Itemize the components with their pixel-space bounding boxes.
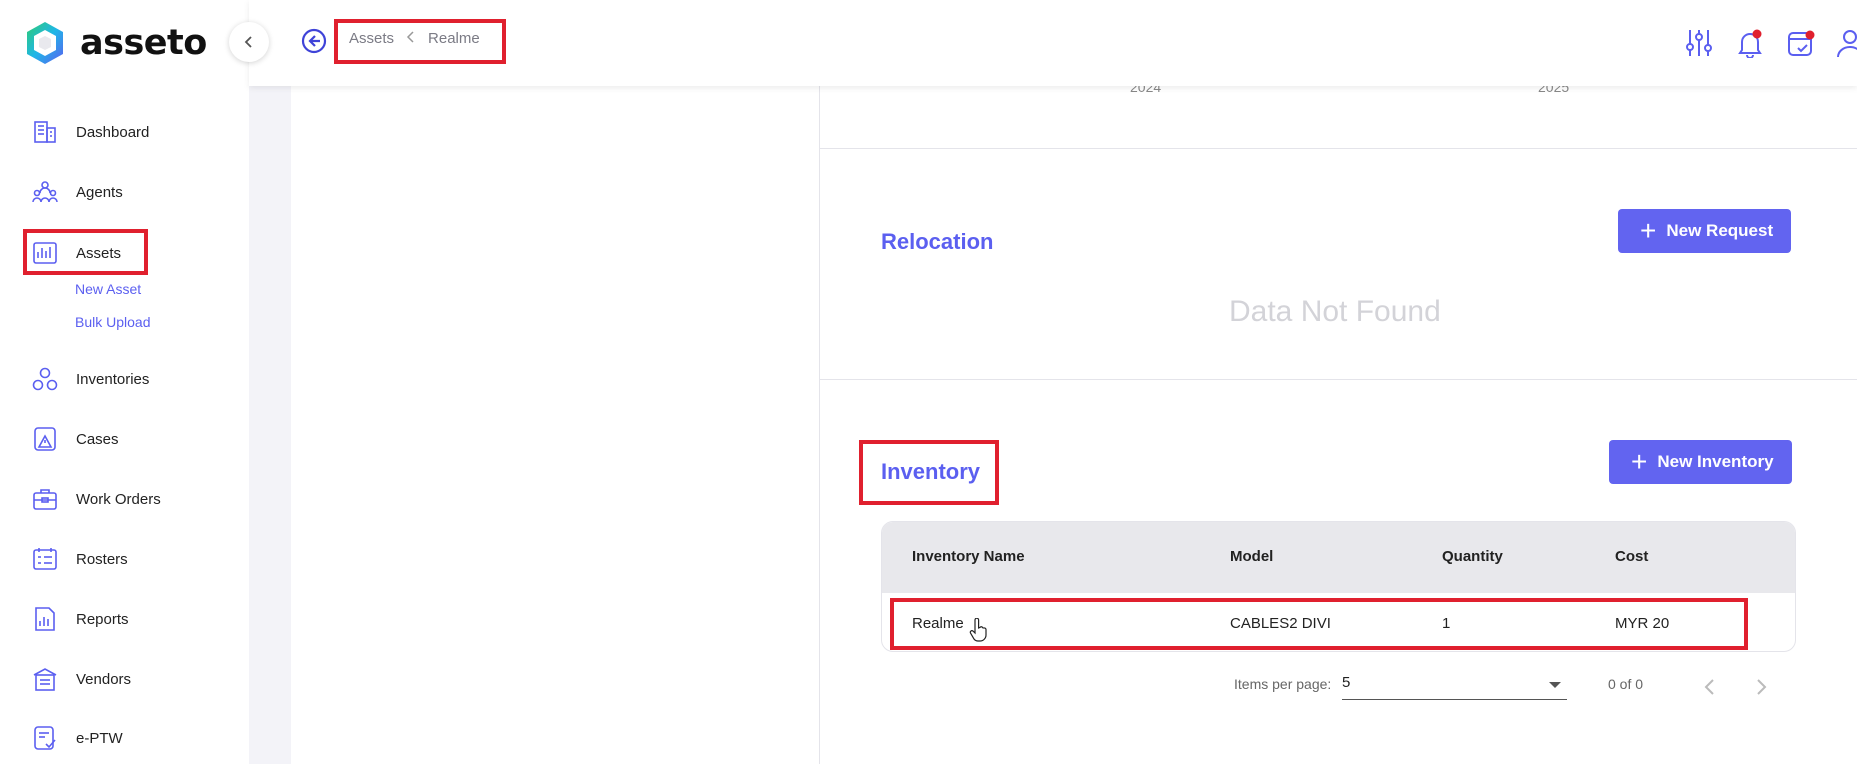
page-size-select[interactable]: 5: [1342, 674, 1567, 700]
work-orders-icon: [30, 484, 60, 514]
eptw-icon: [30, 723, 60, 753]
cases-icon: [30, 424, 60, 454]
user-icon: [1837, 30, 1857, 58]
sidebar-item-label: Agents: [76, 183, 123, 201]
page-size-value: 5: [1342, 674, 1351, 691]
column-header[interactable]: Cost: [1615, 548, 1648, 565]
asset-details-panel: [291, 86, 819, 764]
previous-page-button[interactable]: [1703, 677, 1717, 702]
new-inventory-label: New Inventory: [1657, 452, 1774, 471]
tasks-button[interactable]: [1786, 28, 1816, 63]
sidebar-item-label: Dashboard: [76, 123, 150, 141]
sidebar-item-label: Rosters: [76, 550, 128, 568]
agents-icon: [30, 177, 60, 207]
sidebar-item-reports[interactable]: Reports: [30, 601, 129, 637]
inventory-table: Inventory Name Model Quantity Cost Realm…: [881, 521, 1796, 652]
plus-icon: +: [1640, 215, 1657, 246]
logo-icon: [27, 22, 63, 64]
cell-model: CABLES2 DIVI: [1230, 615, 1331, 632]
bell-icon: [1738, 29, 1762, 59]
chevron-right-icon: [1757, 679, 1767, 695]
empty-state: Data Not Found: [1229, 295, 1441, 328]
new-inventory-button[interactable]: + New Inventory: [1609, 440, 1792, 484]
logo-text: asseto: [80, 23, 207, 63]
next-page-button[interactable]: [1754, 677, 1768, 702]
relocation-title: Relocation: [881, 229, 994, 254]
table-row[interactable]: Realme CABLES2 DIVI 1 MYR 20: [882, 594, 1795, 651]
breadcrumb: Assets Realme: [349, 30, 480, 47]
inventories-icon: [30, 364, 60, 394]
dashboard-icon: [30, 117, 60, 147]
chevron-left-icon: [244, 36, 252, 48]
chevron-left-icon: [406, 30, 416, 47]
sidebar-subitem-new-asset[interactable]: New Asset: [75, 281, 141, 297]
user-button[interactable]: [1836, 28, 1857, 63]
sidebar-item-rosters[interactable]: Rosters: [30, 541, 128, 577]
breadcrumb-current: Realme: [428, 30, 480, 47]
back-button[interactable]: [301, 28, 327, 59]
cell-inventory-name: Realme: [912, 615, 964, 632]
column-header[interactable]: Model: [1230, 548, 1273, 565]
sidebar-item-label: Vendors: [76, 670, 132, 688]
cell-cost: MYR 20: [1615, 615, 1670, 632]
sidebar-item-assets[interactable]: Assets: [30, 235, 121, 271]
reports-icon: [30, 604, 60, 634]
sidebar-item-agents[interactable]: Agents: [30, 174, 123, 210]
column-header[interactable]: Quantity: [1442, 548, 1503, 565]
sidebar-collapse-button[interactable]: [229, 22, 269, 62]
sidebar-item-label: Inventories: [76, 370, 150, 388]
sidebar-item-eptw[interactable]: e-PTW: [30, 720, 123, 756]
top-bar: [249, 0, 1857, 86]
calendar-check-icon: [1788, 30, 1815, 56]
divider: [819, 148, 1857, 149]
sidebar-item-label: Reports: [76, 610, 129, 628]
column-header[interactable]: Inventory Name: [912, 548, 1025, 565]
sidebar-subitem-bulk-upload[interactable]: Bulk Upload: [75, 314, 151, 330]
rosters-icon: [30, 544, 60, 574]
sidebar-item-label: Assets: [76, 244, 122, 262]
logo[interactable]: asseto: [24, 20, 207, 66]
page-range: 0 of 0: [1608, 676, 1644, 692]
breadcrumb-parent[interactable]: Assets: [349, 30, 394, 47]
arrow-left-circle-icon: [301, 28, 327, 54]
filter-button[interactable]: [1685, 28, 1713, 63]
sidebar-item-label: e-PTW: [76, 729, 123, 747]
new-request-label: New Request: [1666, 221, 1774, 240]
sliders-icon: [1686, 30, 1712, 56]
chevron-left-icon: [1704, 679, 1714, 695]
sidebar: asseto Dashboard Agents Assets New Asset…: [0, 0, 249, 764]
assets-icon: [30, 238, 60, 268]
sidebar-item-inventories[interactable]: Inventories: [30, 361, 149, 397]
notifications-button[interactable]: [1736, 28, 1764, 63]
asset-side-panel: [819, 86, 1857, 764]
cell-quantity: 1: [1442, 615, 1451, 632]
vendors-icon: [30, 664, 60, 694]
divider: [819, 379, 1857, 380]
hand-cursor-icon: [969, 618, 987, 642]
sidebar-item-dashboard[interactable]: Dashboard: [30, 114, 149, 150]
sidebar-item-label: Cases: [76, 430, 119, 448]
dropdown-arrow-icon: [1549, 682, 1561, 688]
items-per-page-label: Items per page:: [1234, 676, 1332, 692]
plus-icon: +: [1631, 446, 1648, 477]
table-header: Inventory Name Model Quantity Cost: [882, 522, 1795, 593]
sidebar-item-label: Work Orders: [76, 490, 161, 508]
new-request-button[interactable]: + New Request: [1618, 209, 1792, 253]
sidebar-item-work-orders[interactable]: Work Orders: [30, 481, 161, 517]
sidebar-item-cases[interactable]: Cases: [30, 421, 119, 457]
inventory-title: Inventory: [881, 459, 981, 484]
sidebar-item-vendors[interactable]: Vendors: [30, 661, 131, 697]
